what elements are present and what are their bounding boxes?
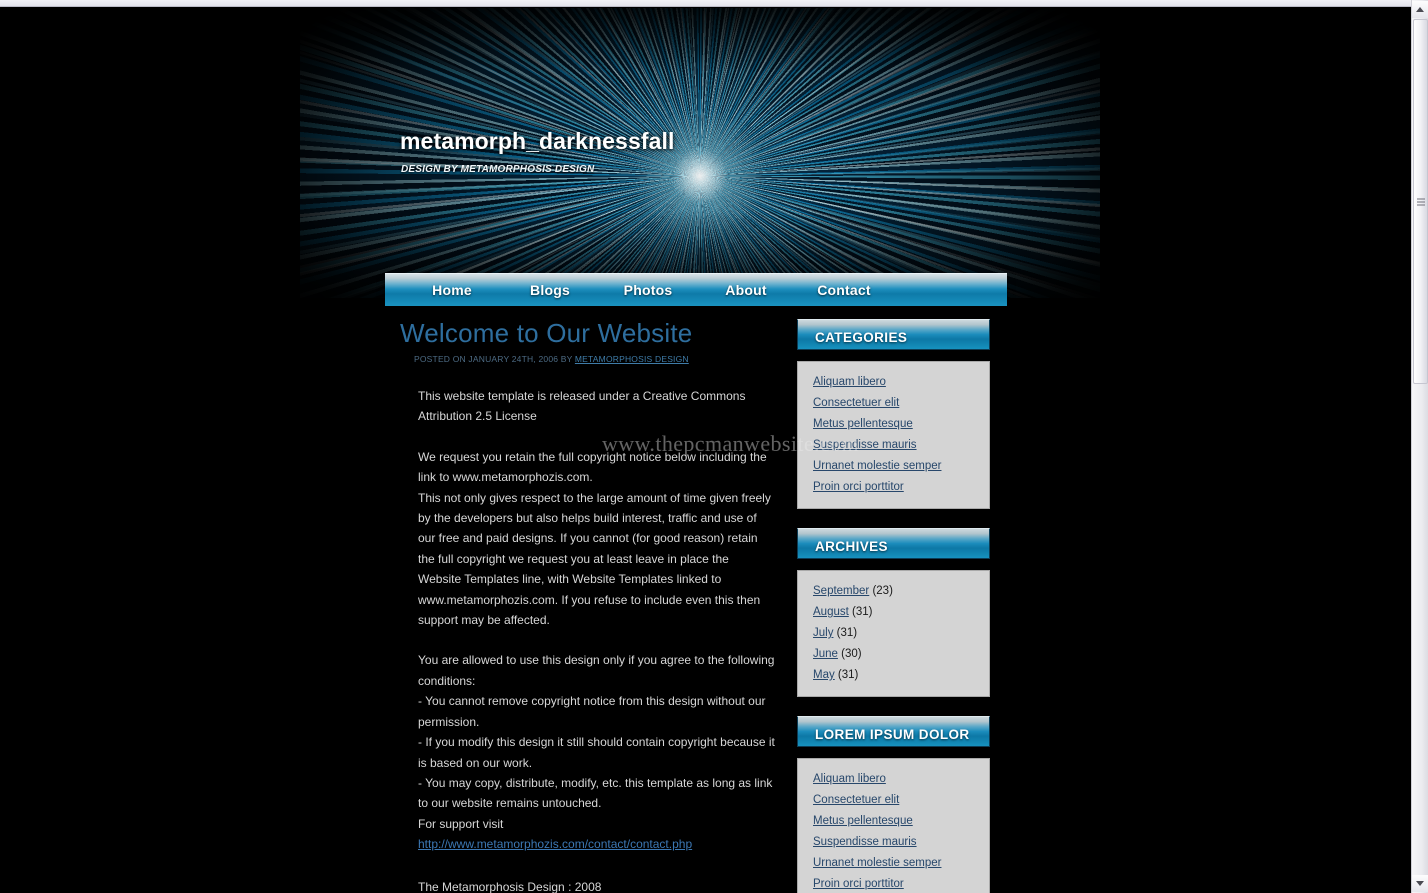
lorem-link[interactable]: Consectetuer elit [813, 794, 899, 806]
widget-lorem-header: LOREM IPSUM DOLOR [797, 716, 990, 747]
list-item[interactable]: Urnanet molestie semper [798, 853, 989, 874]
vertical-scrollbar[interactable] [1411, 0, 1428, 893]
archive-link[interactable]: September [813, 585, 869, 597]
widget-archives-header: ARCHIVES [797, 528, 990, 559]
browser-top-strip [0, 0, 1428, 7]
widget-categories-title: CATEGORIES [815, 329, 908, 345]
nav-link-photos[interactable]: Photos [624, 282, 673, 298]
list-item[interactable]: Aliquam libero [798, 769, 989, 790]
site-tagline: DESIGN BY METAMORPHOSIS DESIGN [401, 164, 595, 175]
post-paragraph-2: We request you retain the full copyright… [418, 449, 767, 485]
nav-link-about[interactable]: About [725, 282, 766, 298]
widget-archives-body: September (23) August (31) July (31) Jun… [797, 570, 990, 697]
list-item[interactable]: June (30) [798, 644, 989, 665]
lorem-link[interactable]: Suspendisse mauris [813, 836, 917, 848]
copyright-line: The Metamorphosis Design : 2008 [418, 879, 602, 893]
sidebar: CATEGORIES Aliquam libero Consectetuer e… [797, 319, 990, 893]
widget-lorem-title: LOREM IPSUM DOLOR [815, 726, 970, 742]
list-item[interactable]: Consectetuer elit [798, 393, 989, 414]
archive-link[interactable]: June [813, 648, 838, 660]
post-body: This website template is released under … [418, 386, 775, 893]
list-item[interactable]: Metus pellentesque [798, 811, 989, 832]
category-link[interactable]: Urnanet molestie semper [813, 460, 941, 472]
scrollbar-thumb[interactable] [1413, 19, 1428, 384]
lorem-link[interactable]: Urnanet molestie semper [813, 857, 941, 869]
widget-lorem-body: Aliquam libero Consectetuer elit Metus p… [797, 758, 990, 893]
list-item[interactable]: Consectetuer elit [798, 790, 989, 811]
site-page: metamorph_darknessfall DESIGN BY METAMOR… [300, 8, 1100, 893]
nav-item-home[interactable]: Home [403, 282, 501, 306]
main-content-column: Welcome to Our Website POSTED ON JANUARY… [400, 318, 775, 893]
archive-link[interactable]: August [813, 606, 849, 618]
post-paragraph-5: - You cannot remove copyright notice fro… [418, 694, 766, 729]
archive-link[interactable]: July [813, 627, 833, 639]
scrollbar-grip-icon [1416, 198, 1425, 205]
archive-count: (23) [869, 585, 893, 597]
nav-item-photos[interactable]: Photos [599, 282, 697, 306]
nav-item-blogs[interactable]: Blogs [501, 282, 599, 306]
widget-lorem-ipsum-dolor: LOREM IPSUM DOLOR Aliquam libero Consect… [797, 716, 990, 893]
list-item[interactable]: September (23) [798, 581, 989, 602]
post-paragraph-1: This website template is released under … [418, 389, 746, 424]
list-item[interactable]: May (31) [798, 665, 989, 686]
nav-item-contact[interactable]: Contact [795, 282, 893, 306]
list-item[interactable]: Suspendisse mauris [798, 832, 989, 853]
lorem-link[interactable]: Aliquam libero [813, 773, 886, 785]
support-link[interactable]: http://www.metamorphozis.com/contact/con… [418, 837, 692, 851]
list-item[interactable]: August (31) [798, 602, 989, 623]
archive-count: (31) [833, 627, 858, 639]
post-author-link[interactable]: METAMORPHOSIS DESIGN [575, 354, 689, 364]
support-line: For support visit http://www.metamorphoz… [418, 814, 775, 855]
lorem-list: Aliquam libero Consectetuer elit Metus p… [798, 769, 989, 893]
scroll-up-arrow-icon[interactable] [1412, 1, 1428, 18]
scroll-down-arrow-icon[interactable] [1412, 875, 1428, 892]
archive-count: (31) [848, 606, 873, 618]
nav-list: Home Blogs Photos About Contact [385, 274, 1007, 306]
list-item[interactable]: Urnanet molestie semper [798, 456, 989, 477]
archive-link[interactable]: May [813, 669, 835, 681]
category-link[interactable]: Aliquam libero [813, 376, 886, 388]
categories-list: Aliquam libero Consectetuer elit Metus p… [798, 372, 989, 498]
list-item[interactable]: Suspendisse mauris [798, 435, 989, 456]
archive-count: (31) [834, 669, 859, 681]
list-item[interactable]: July (31) [798, 623, 989, 644]
archive-count: (30) [837, 648, 862, 660]
lorem-link[interactable]: Metus pellentesque [813, 815, 913, 827]
widget-archives-title: ARCHIVES [815, 538, 888, 554]
category-link[interactable]: Metus pellentesque [813, 418, 913, 430]
category-link[interactable]: Suspendisse mauris [813, 439, 917, 451]
site-title: metamorph_darknessfall [400, 128, 675, 154]
category-link[interactable]: Consectetuer elit [813, 397, 899, 409]
page-title: Welcome to Our Website [400, 318, 693, 348]
post-paragraph-3: This not only gives respect to the large… [418, 490, 771, 628]
list-item[interactable]: Proin orci porttitor [798, 874, 989, 893]
post-meta-prefix: POSTED ON JANUARY 24TH, 2006 BY [414, 354, 575, 364]
browser-viewport: metamorph_darknessfall DESIGN BY METAMOR… [0, 0, 1428, 893]
list-item[interactable]: Proin orci porttitor [798, 477, 989, 498]
support-prefix: For support visit [418, 816, 504, 831]
post-paragraph-6: - If you modify this design it still sho… [418, 735, 775, 770]
list-item[interactable]: Metus pellentesque [798, 414, 989, 435]
nav-link-blogs[interactable]: Blogs [530, 282, 570, 298]
widget-categories-header: CATEGORIES [797, 319, 990, 350]
nav-item-about[interactable]: About [697, 282, 795, 306]
main-navigation: Home Blogs Photos About Contact [385, 273, 1007, 306]
post-paragraph-7: - You may copy, distribute, modify, etc.… [418, 775, 773, 811]
list-item[interactable]: Aliquam libero [798, 372, 989, 393]
category-link[interactable]: Proin orci porttitor [813, 481, 904, 493]
widget-categories-body: Aliquam libero Consectetuer elit Metus p… [797, 361, 990, 509]
widget-archives: ARCHIVES September (23) August (31) July… [797, 528, 990, 697]
header-banner: metamorph_darknessfall DESIGN BY METAMOR… [300, 8, 1100, 298]
widget-categories: CATEGORIES Aliquam libero Consectetuer e… [797, 319, 990, 509]
lorem-link[interactable]: Proin orci porttitor [813, 878, 904, 890]
archives-list: September (23) August (31) July (31) Jun… [798, 581, 989, 686]
nav-link-contact[interactable]: Contact [817, 282, 871, 298]
post-meta: POSTED ON JANUARY 24TH, 2006 BY METAMORP… [414, 354, 775, 364]
post-paragraph-4: You are allowed to use this design only … [418, 653, 775, 688]
nav-link-home[interactable]: Home [432, 282, 472, 298]
